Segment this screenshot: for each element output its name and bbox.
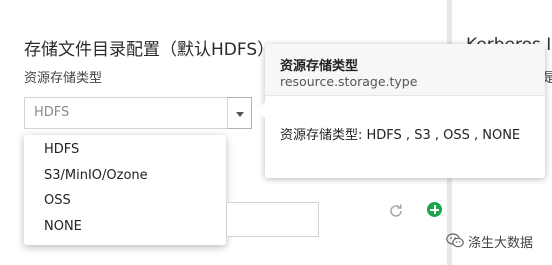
tooltip-config-key: resource.storage.type (280, 74, 418, 89)
storage-type-select[interactable]: HDFS (24, 97, 228, 129)
storage-type-tooltip: 资源存储类型 resource.storage.type 资源存储类型: HDF… (257, 44, 545, 178)
config-text-input[interactable] (226, 202, 319, 237)
storage-type-dropdown-button[interactable] (227, 97, 252, 129)
tooltip-header: 资源存储类型 resource.storage.type (265, 44, 545, 96)
option-oss[interactable]: OSS (44, 193, 71, 208)
storage-type-label: 资源存储类型 (24, 71, 103, 86)
option-none[interactable]: NONE (44, 219, 82, 234)
tooltip-title: 资源存储类型 (280, 59, 359, 74)
wechat-icon (446, 233, 464, 248)
section-title: 存储文件目录配置（默认HDFS） (24, 40, 275, 60)
tooltip-arrow (257, 102, 265, 118)
option-s3-minio-ozone[interactable]: S3/MinIO/Ozone (44, 168, 148, 183)
chevron-down-icon (236, 112, 244, 117)
refresh-icon[interactable] (388, 203, 404, 219)
tooltip-description: 资源存储类型: HDFS , S3 , OSS , NONE (280, 128, 521, 143)
storage-type-value: HDFS (34, 105, 70, 120)
option-hdfs[interactable]: HDFS (44, 142, 79, 157)
add-circle-icon[interactable] (427, 202, 442, 217)
storage-type-options: HDFS S3/MinIO/Ozone OSS NONE (24, 135, 226, 245)
watermark-text: 涤生大数据 (468, 236, 534, 251)
